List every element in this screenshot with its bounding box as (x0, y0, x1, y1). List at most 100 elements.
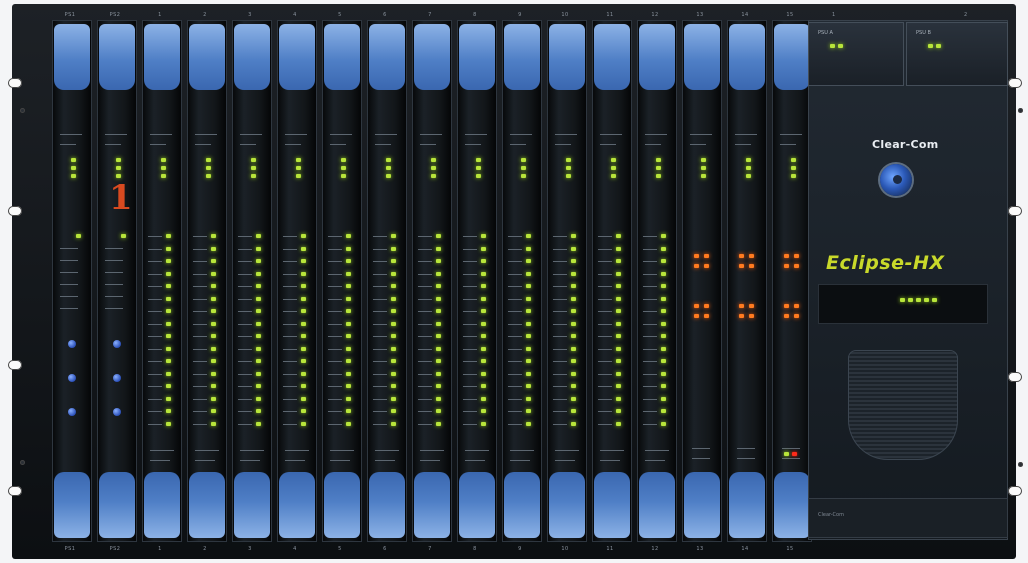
port-led (571, 396, 576, 401)
status-led (431, 158, 436, 162)
status-led (791, 174, 796, 178)
top-ejector-handle[interactable] (684, 24, 720, 90)
card-module[interactable] (772, 20, 812, 542)
bottom-ejector-handle[interactable] (684, 472, 720, 538)
label-line (60, 308, 78, 309)
label-line (105, 272, 123, 273)
port-led (211, 409, 216, 413)
bottom-ejector-handle[interactable] (54, 472, 90, 538)
port-label-line (373, 411, 387, 412)
card-module[interactable] (682, 20, 722, 542)
label-line (60, 144, 76, 145)
top-ejector-handle[interactable] (459, 24, 495, 90)
port-led (661, 321, 666, 326)
label-line (555, 460, 575, 461)
bottom-ejector-handle[interactable] (549, 472, 585, 538)
card-module[interactable] (322, 20, 362, 542)
card-module[interactable] (187, 20, 227, 542)
port-label-line (598, 336, 612, 337)
bottom-ejector-handle[interactable] (594, 472, 630, 538)
label-line (195, 144, 211, 145)
bottom-ejector-handle[interactable] (99, 472, 135, 538)
port-led (346, 321, 351, 326)
port-label-line (193, 298, 207, 300)
label-line (735, 134, 757, 135)
port-label-line (418, 361, 432, 362)
top-ejector-handle[interactable] (54, 24, 90, 90)
top-ejector-handle[interactable] (189, 24, 225, 90)
port-led (391, 346, 396, 351)
equipment-rack: PS1 PS2 1 2 3 4 5 6 7 8 9 10 11 12 13 14… (0, 0, 1028, 563)
card-module[interactable] (277, 20, 317, 542)
top-ejector-handle[interactable] (594, 24, 630, 90)
top-ejector-handle[interactable] (369, 24, 405, 90)
status-led (341, 166, 346, 170)
card-module[interactable] (367, 20, 407, 542)
card-module[interactable] (502, 20, 542, 542)
bottom-ejector-handle[interactable] (729, 472, 765, 538)
top-ejector-handle[interactable] (324, 24, 360, 90)
status-led (791, 158, 796, 162)
port-led (481, 359, 486, 363)
label-line (465, 460, 485, 461)
bottom-ejector-handle[interactable] (504, 472, 540, 538)
port-led (526, 371, 531, 376)
bottom-ejector-handle[interactable] (639, 472, 675, 538)
port-label-line (328, 373, 342, 375)
port-led (166, 371, 171, 376)
status-led (116, 166, 121, 170)
port-label-line (238, 311, 252, 312)
card-module[interactable] (637, 20, 677, 542)
card-module[interactable] (232, 20, 272, 542)
port-led (571, 384, 576, 388)
card-module[interactable] (52, 20, 92, 542)
card-module[interactable] (547, 20, 587, 542)
bottom-ejector-handle[interactable] (414, 472, 450, 538)
top-ejector-handle[interactable] (99, 24, 135, 90)
port-led (526, 346, 531, 351)
bottom-ejector-handle[interactable] (234, 472, 270, 538)
card-module[interactable] (97, 20, 137, 542)
port-label-line (463, 298, 477, 300)
bottom-ejector-handle[interactable] (324, 472, 360, 538)
psu-module-b[interactable]: PSU B (906, 22, 1008, 86)
slot-marker: 1 (109, 178, 133, 218)
top-ejector-handle[interactable] (414, 24, 450, 90)
top-ejector-handle[interactable] (549, 24, 585, 90)
bottom-ejector-handle[interactable] (459, 472, 495, 538)
card-module[interactable] (727, 20, 767, 542)
port-label-line (373, 386, 387, 387)
card-module[interactable] (412, 20, 452, 542)
brand-name: Clear-Com (872, 138, 939, 151)
bottom-ejector-handle[interactable] (279, 472, 315, 538)
top-ejector-handle[interactable] (504, 24, 540, 90)
port-led (436, 421, 441, 426)
port-label-line (193, 336, 207, 337)
psu-module-a[interactable]: PSU A (808, 22, 904, 86)
port-label-line (373, 311, 387, 312)
card-module[interactable] (592, 20, 632, 542)
top-ejector-handle[interactable] (144, 24, 180, 90)
bottom-ejector-handle[interactable] (774, 472, 810, 538)
port-led (481, 271, 486, 276)
bottom-ejector-handle[interactable] (369, 472, 405, 538)
top-ejector-handle[interactable] (234, 24, 270, 90)
rack-mount-hole (8, 78, 22, 88)
port-led (481, 371, 486, 376)
card-module[interactable] (142, 20, 182, 542)
top-ejector-handle[interactable] (639, 24, 675, 90)
top-ejector-handle[interactable] (774, 24, 810, 90)
port-led (346, 396, 351, 401)
bottom-ejector-handle[interactable] (189, 472, 225, 538)
status-led (71, 158, 76, 162)
top-ejector-handle[interactable] (729, 24, 765, 90)
port-led (571, 271, 576, 276)
port-label-line (553, 248, 567, 250)
port-led (256, 396, 261, 401)
card-module[interactable] (457, 20, 497, 542)
bottom-ejector-handle[interactable] (144, 472, 180, 538)
top-ejector-handle[interactable] (279, 24, 315, 90)
port-led (391, 359, 396, 363)
status-display (818, 284, 988, 324)
port-led (256, 321, 261, 326)
